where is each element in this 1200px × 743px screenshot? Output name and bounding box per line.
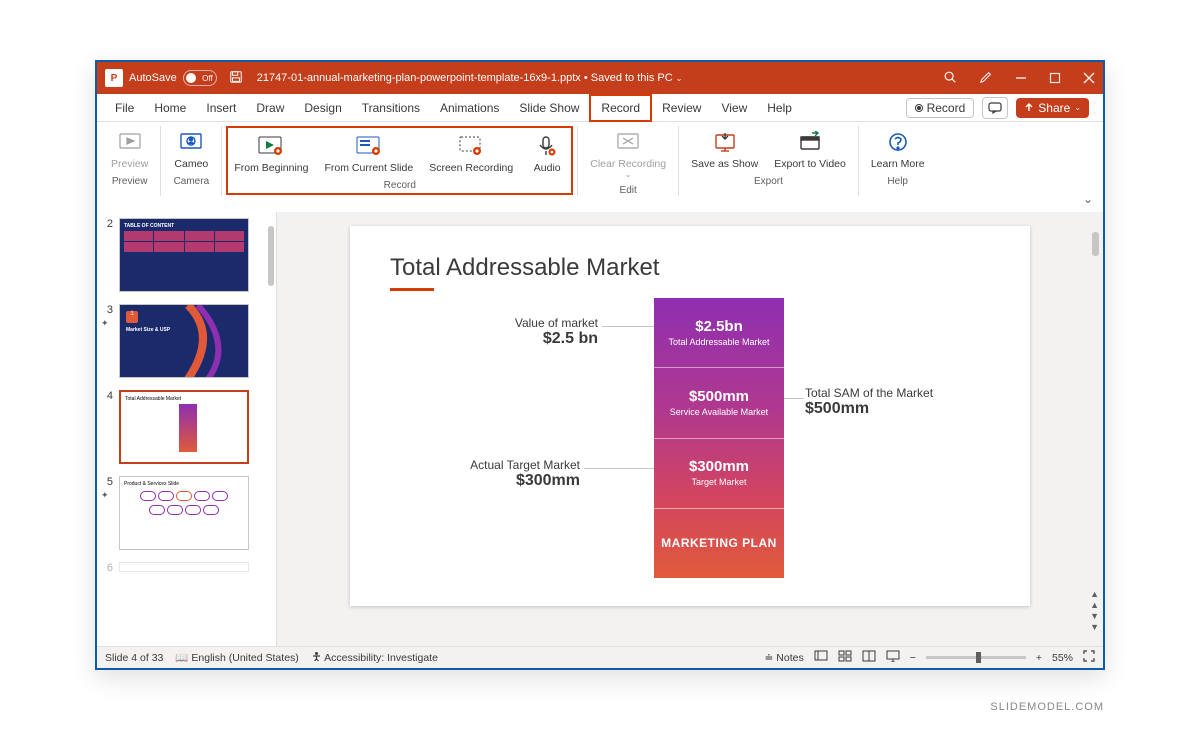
document-filename[interactable]: 21747-01-annual-marketing-plan-powerpoin… [257, 72, 683, 84]
funnel-chart: $2.5bnTotal Addressable Market $500mmSer… [654, 298, 784, 578]
save-as-show-button[interactable]: Save as Show [687, 126, 762, 172]
slide[interactable]: Total Addressable Market Value of market… [350, 226, 1030, 606]
group-edit: Clear Recording ⌄ Edit [582, 126, 674, 196]
clear-recording-icon [614, 128, 642, 156]
group-export: Save as Show Export to Video Export [683, 126, 854, 187]
accessibility-status[interactable]: Accessibility: Investigate [311, 651, 438, 664]
title-underline [390, 288, 434, 291]
group-camera: Cameo Camera [165, 126, 217, 187]
minimize-button[interactable] [1015, 72, 1027, 84]
export-to-video-button[interactable]: Export to Video [770, 126, 850, 172]
comments-button[interactable] [982, 97, 1008, 119]
save-as-show-icon [711, 128, 739, 156]
callout-actual-target: Actual Target Market $300mm [430, 458, 580, 490]
tab-file[interactable]: File [105, 94, 144, 122]
group-preview: Preview Preview [103, 126, 156, 187]
tab-design[interactable]: Design [294, 94, 351, 122]
sorter-view-icon[interactable] [838, 650, 852, 665]
watermark: SLIDEMODEL.COM [990, 701, 1104, 713]
from-current-slide-button[interactable]: From Current Slide [320, 130, 417, 176]
app-window: P AutoSave Off 21747-01-annual-marketing… [95, 60, 1105, 670]
autosave-label: AutoSave [129, 72, 177, 84]
zoom-slider[interactable] [926, 656, 1026, 659]
cameo-button[interactable]: Cameo [169, 126, 213, 172]
nav-arrows[interactable]: ▲▲▼▼ [1090, 589, 1099, 632]
funnel-seg-1: $2.5bnTotal Addressable Market [654, 298, 784, 368]
group-label-help: Help [887, 176, 908, 187]
tab-view[interactable]: View [711, 94, 757, 122]
tab-animations[interactable]: Animations [430, 94, 509, 122]
share-button[interactable]: Share⌄ [1016, 98, 1089, 118]
powerpoint-icon: P [105, 69, 123, 87]
group-label-record: Record [384, 180, 416, 191]
slideshow-view-icon[interactable] [886, 650, 900, 665]
preview-button[interactable]: Preview [107, 126, 152, 172]
zoom-in-button[interactable]: + [1036, 652, 1042, 664]
thumbnail-scrollbar[interactable] [268, 226, 274, 286]
thumbnail-3[interactable]: 3✦ 1Market Size & USP [101, 304, 272, 378]
canvas-scrollbar[interactable] [1092, 232, 1099, 256]
tab-draw[interactable]: Draw [246, 94, 294, 122]
ribbon: Preview Preview Cameo Camera From Beginn… [97, 122, 1103, 212]
group-help: Learn More Help [863, 126, 933, 187]
thumbnail-4[interactable]: 4 Total Addressable Market [101, 390, 272, 464]
funnel-seg-4: MARKETING PLAN [654, 509, 784, 578]
audio-button[interactable]: Audio [525, 130, 569, 176]
group-label-preview: Preview [112, 176, 148, 187]
ribbon-tabs: File Home Insert Draw Design Transitions… [97, 94, 1103, 122]
pen-icon[interactable] [979, 70, 993, 87]
tab-transitions[interactable]: Transitions [352, 94, 430, 122]
screen-recording-icon [457, 132, 485, 160]
tab-insert[interactable]: Insert [196, 94, 246, 122]
thumbnail-6[interactable]: 6 [101, 562, 272, 574]
close-button[interactable] [1083, 72, 1095, 84]
search-icon[interactable] [943, 70, 957, 87]
clear-recording-button[interactable]: Clear Recording ⌄ [586, 126, 670, 181]
funnel-seg-2: $500mmService Available Market [654, 368, 784, 438]
tab-help[interactable]: Help [757, 94, 802, 122]
maximize-button[interactable] [1049, 72, 1061, 84]
titlebar: P AutoSave Off 21747-01-annual-marketing… [97, 62, 1103, 94]
work-area: 2 TABLE OF CONTENT 3✦ 1Market Size & USP… [97, 212, 1103, 646]
from-beginning-button[interactable]: From Beginning [230, 130, 312, 176]
normal-view-icon[interactable] [814, 650, 828, 665]
collapse-ribbon-icon[interactable]: ⌄ [1083, 192, 1093, 206]
funnel-seg-3: $300mmTarget Market [654, 439, 784, 509]
preview-icon [116, 128, 144, 156]
group-record: From Beginning From Current Slide Screen… [226, 126, 573, 195]
cameo-icon [177, 128, 205, 156]
from-current-slide-icon [355, 132, 383, 160]
save-icon[interactable] [229, 70, 243, 87]
export-to-video-icon [796, 128, 824, 156]
from-beginning-icon [257, 132, 285, 160]
group-label-camera: Camera [174, 176, 210, 187]
group-label-edit: Edit [620, 185, 637, 196]
slide-thumbnails[interactable]: 2 TABLE OF CONTENT 3✦ 1Market Size & USP… [97, 212, 277, 646]
thumbnail-2[interactable]: 2 TABLE OF CONTENT [101, 218, 272, 292]
tab-record[interactable]: Record [589, 94, 652, 122]
callout-total-sam: Total SAM of the Market $500mm [805, 386, 945, 418]
thumbnail-5[interactable]: 5✦ Product & Services Slide [101, 476, 272, 550]
notes-button[interactable]: ≐ Notes [765, 652, 804, 664]
screen-recording-button[interactable]: Screen Recording [425, 130, 517, 176]
slide-title: Total Addressable Market [390, 254, 990, 282]
reading-view-icon[interactable] [862, 650, 876, 665]
autosave-toggle[interactable]: Off [183, 70, 217, 86]
callout-value-of-market: Value of market $2.5 bn [448, 316, 598, 348]
language-status[interactable]: 📖 English (United States) [175, 651, 298, 664]
tab-slideshow[interactable]: Slide Show [509, 94, 589, 122]
learn-more-icon [884, 128, 912, 156]
zoom-out-button[interactable]: − [910, 652, 916, 664]
slide-canvas-area[interactable]: ▲▲▼▼ Total Addressable Market Value of m… [277, 212, 1103, 646]
learn-more-button[interactable]: Learn More [867, 126, 929, 172]
tab-home[interactable]: Home [144, 94, 196, 122]
statusbar: Slide 4 of 33 📖 English (United States) … [97, 646, 1103, 668]
audio-icon [533, 132, 561, 160]
slide-position[interactable]: Slide 4 of 33 [105, 652, 163, 664]
tab-review[interactable]: Review [652, 94, 711, 122]
fit-to-window-icon[interactable] [1083, 650, 1095, 665]
record-button[interactable]: Record [906, 98, 975, 118]
group-label-export: Export [754, 176, 783, 187]
zoom-level[interactable]: 55% [1052, 652, 1073, 664]
